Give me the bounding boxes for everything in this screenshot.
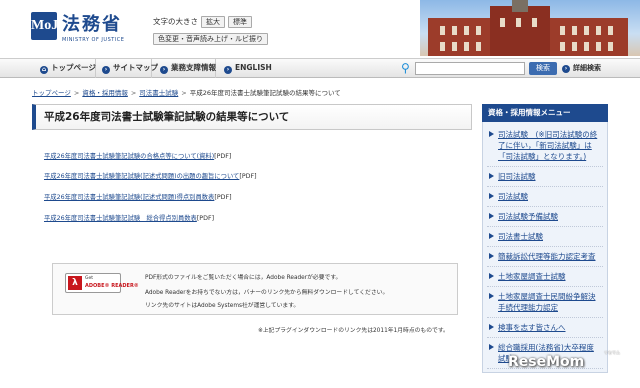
breadcrumb-current: 平成26年度司法書士試験筆記試験の結果等について bbox=[189, 89, 341, 97]
breadcrumb-separator: > bbox=[73, 89, 80, 97]
sidebar-item-old-bar-exam[interactable]: 旧司法試験 bbox=[487, 167, 603, 187]
nav-business-info[interactable]: › 業務支障情報 bbox=[158, 59, 216, 78]
watermark-text: ReseMom bbox=[508, 354, 585, 370]
font-standard-button[interactable]: 標準 bbox=[228, 16, 252, 28]
font-size-label: 文字の大きさ bbox=[153, 17, 198, 26]
sidebar-item-label: 司法試験予備試験 bbox=[498, 212, 558, 221]
breadcrumb: トップページ > 資格・採用情報 > 司法書士試験 > 平成26年度司法書士試験筆記試験の結… bbox=[32, 87, 341, 97]
page-title: 平成26年度司法書士試験筆記試験の結果等について bbox=[32, 104, 472, 130]
nav-english[interactable]: › ENGLISH bbox=[222, 59, 274, 78]
document-link[interactable]: 平成26年度司法書士試験筆記試験の合格点等について(資料) bbox=[44, 153, 214, 160]
plugin-footnote: ※上記プラグインダウンロードのリンク先は2011年1月時点のものです。 bbox=[258, 328, 449, 334]
triangle-right-icon bbox=[489, 293, 494, 299]
triangle-right-icon bbox=[489, 193, 494, 199]
triangle-right-icon bbox=[489, 344, 494, 350]
chevron-right-icon: › bbox=[102, 66, 110, 74]
breadcrumb-top[interactable]: トップページ bbox=[32, 89, 71, 97]
building-photo bbox=[420, 0, 640, 56]
house-icon: ⌂ bbox=[40, 66, 48, 74]
document-link-item: 平成26年度司法書士試験筆記試験(記述式問題)得点別員数表[PDF] bbox=[44, 192, 232, 201]
nav-label: サイトマップ bbox=[113, 63, 158, 72]
sidebar-item-prosecutor[interactable]: 検事を志す皆さんへ bbox=[487, 318, 603, 338]
pdf-tag: [PDF] bbox=[214, 153, 232, 160]
sidebar-item-label: 旧司法試験 bbox=[498, 172, 536, 181]
sidebar-item-judicial-scrivener[interactable]: 司法書士試験 bbox=[487, 227, 603, 247]
triangle-right-icon bbox=[489, 131, 494, 137]
breadcrumb-separator: > bbox=[181, 89, 187, 97]
triangle-right-icon bbox=[489, 213, 494, 219]
font-size-controls: 文字の大きさ 拡大 標準 bbox=[153, 16, 252, 28]
sidebar-item-label: 司法試験 bbox=[498, 192, 528, 201]
adobe-reader-notice: λ Get ADOBE® READER® PDF形式のファイルをご覧いただく場合… bbox=[52, 263, 458, 315]
search-pin-icon: ⚲ bbox=[401, 61, 410, 75]
badge-reader-label: ADOBE® READER® bbox=[85, 283, 139, 289]
nav-label: 業務支障情報 bbox=[171, 63, 216, 72]
document-link[interactable]: 平成26年度司法書士試験筆記試験 総合得点別員数表 bbox=[44, 215, 197, 222]
sidebar-item-label: 検事を志す皆さんへ bbox=[498, 323, 566, 332]
sidebar-menu: 資格・採用情報メニュー 司法試験 (※旧司法試験の終了に伴い，「新司法試験」は「… bbox=[482, 104, 608, 388]
breadcrumb-judicial-scrivener[interactable]: 司法書士試験 bbox=[139, 89, 178, 97]
moj-logo-mark: MoJ bbox=[31, 12, 58, 40]
sidebar-item-bar-exam-2[interactable]: 司法試験 bbox=[487, 187, 603, 207]
sidebar-item-preliminary-exam[interactable]: 司法試験予備試験 bbox=[487, 207, 603, 227]
nav-sitemap[interactable]: › サイトマップ bbox=[100, 59, 158, 78]
breadcrumb-qualifications[interactable]: 資格・採用情報 bbox=[82, 89, 128, 97]
advanced-search-link[interactable]: › 詳細検索 bbox=[562, 59, 601, 78]
chevron-right-icon: › bbox=[160, 66, 168, 74]
pdf-tag: [PDF] bbox=[196, 215, 215, 222]
sidebar-item-dispute-resolution[interactable]: 土地家屋調査士民間紛争解決手続代理能力認定 bbox=[487, 287, 603, 318]
badge-get-label: Get bbox=[85, 276, 94, 281]
adobe-pdf-icon: λ bbox=[68, 276, 82, 290]
font-large-button[interactable]: 拡大 bbox=[201, 16, 225, 28]
triangle-right-icon bbox=[489, 253, 494, 259]
site-logo[interactable]: MoJ 法務省 MINISTRY OF JUSTICE bbox=[26, 12, 136, 48]
sidebar-list: 司法試験 (※旧司法試験の終了に伴い，「新司法試験」は「司法試験」となります。)… bbox=[482, 122, 608, 373]
chevron-right-icon: › bbox=[562, 65, 570, 73]
sidebar-item-land-surveyor[interactable]: 土地家屋調査士試験 bbox=[487, 267, 603, 287]
document-link[interactable]: 平成26年度司法書士試験筆記試験(記述式問題)得点別員数表 bbox=[44, 194, 214, 201]
sidebar-item-label: 簡裁訴訟代理等能力認定考査 bbox=[498, 252, 596, 261]
document-link[interactable]: 平成26年度司法書士試験筆記試験(記述式問題)の出題の趣旨について bbox=[44, 173, 239, 180]
triangle-right-icon bbox=[489, 324, 494, 330]
global-nav: ⌂ トップページ › サイトマップ › 業務支障情報 › ENGLISH ⚲ 検索 › 詳… bbox=[0, 58, 640, 78]
logo-english: MINISTRY OF JUSTICE bbox=[62, 37, 125, 43]
get-adobe-reader-banner[interactable]: λ Get ADOBE® READER® bbox=[65, 273, 139, 293]
breadcrumb-separator: > bbox=[130, 89, 137, 97]
adobe-notice-line: リンク先のサイトはAdobe Systems社が運営しています。 bbox=[145, 303, 300, 309]
accessibility-button[interactable]: 色変更・音声読み上げ・ルビ振り bbox=[153, 33, 268, 45]
pdf-tag: [PDF] bbox=[239, 173, 257, 180]
triangle-right-icon bbox=[489, 233, 494, 239]
sidebar-item-label: 土地家屋調査士試験 bbox=[498, 272, 566, 281]
document-link-item: 平成26年度司法書士試験筆記試験(記述式問題)の出題の趣旨について[PDF] bbox=[44, 171, 257, 180]
search-input[interactable] bbox=[415, 62, 525, 75]
triangle-right-icon bbox=[489, 173, 494, 179]
sidebar-item-label: 司法書士試験 bbox=[498, 232, 543, 241]
nav-top-page[interactable]: ⌂ トップページ bbox=[38, 59, 96, 78]
document-link-item: 平成26年度司法書士試験筆記試験の合格点等について(資料)[PDF] bbox=[44, 151, 231, 160]
pdf-tag: [PDF] bbox=[214, 194, 232, 201]
sidebar-item-label: 司法試験 (※旧司法試験の終了に伴い，「新司法試験」は「司法試験」となります。) bbox=[498, 130, 598, 161]
nav-label: ENGLISH bbox=[235, 63, 272, 72]
advanced-search-label: 詳細検索 bbox=[573, 64, 601, 72]
document-link-item: 平成26年度司法書士試験筆記試験 総合得点別員数表[PDF] bbox=[44, 213, 214, 222]
adobe-notice-line: Adobe Readerをお持ちでない方は，バナーのリンク先から無料ダウンロード… bbox=[145, 290, 389, 296]
logo-japanese: 法務省 bbox=[62, 14, 122, 35]
sidebar-title: 資格・採用情報メニュー bbox=[482, 104, 608, 122]
site-header: MoJ 法務省 MINISTRY OF JUSTICE 文字の大きさ 拡大 標準 色… bbox=[0, 0, 640, 56]
sidebar-item-label: 土地家屋調査士民間紛争解決手続代理能力認定 bbox=[498, 292, 596, 312]
chevron-right-icon: › bbox=[224, 66, 232, 74]
adobe-notice-line: PDF形式のファイルをご覧いただく場合には，Adobe Readerが必要です。 bbox=[145, 275, 342, 281]
nav-label: トップページ bbox=[51, 63, 96, 72]
resemom-watermark: ReseMom リセマム bbox=[508, 350, 620, 370]
watermark-small-text: リセマム bbox=[604, 350, 620, 355]
triangle-right-icon bbox=[489, 273, 494, 279]
search-button[interactable]: 検索 bbox=[529, 62, 557, 75]
sidebar-item-bar-exam[interactable]: 司法試験 (※旧司法試験の終了に伴い，「新司法試験」は「司法試験」となります。) bbox=[487, 125, 603, 167]
sidebar-item-summary-court-exam[interactable]: 簡裁訴訟代理等能力認定考査 bbox=[487, 247, 603, 267]
